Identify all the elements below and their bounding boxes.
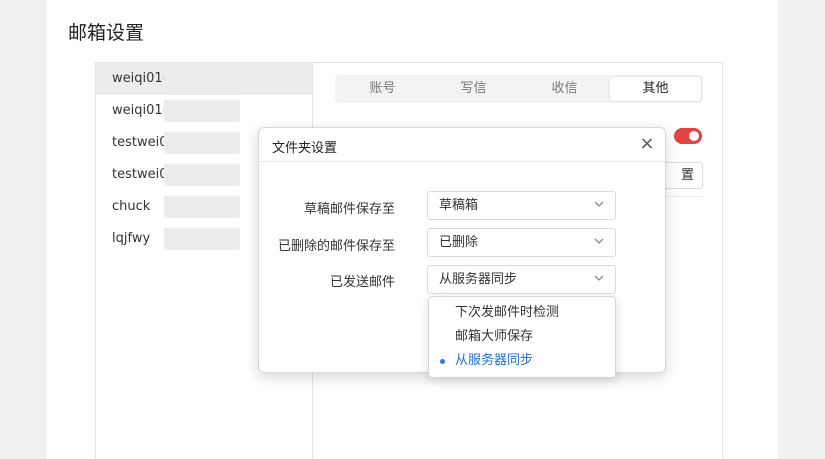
tab-receive[interactable]: 收信 [519, 77, 610, 101]
sent-options-dropdown: 下次发邮件时检测 邮箱大师保存 从服务器同步 [428, 296, 616, 378]
dialog-title: 文件夹设置 [272, 141, 338, 156]
deleted-select[interactable]: 已删除 [427, 228, 616, 257]
redaction-blur [164, 100, 240, 122]
account-item[interactable]: weiqi01( [96, 95, 312, 127]
dropdown-option-selected[interactable]: 从服务器同步 [429, 349, 615, 373]
redaction-blur [164, 132, 240, 154]
chevron-down-icon [594, 275, 604, 281]
sent-value: 从服务器同步 [439, 272, 518, 287]
redaction-blur [164, 68, 240, 90]
sent-label: 已发送邮件 [329, 275, 395, 290]
toggle-switch[interactable] [674, 128, 702, 144]
drafts-value: 草稿箱 [439, 198, 479, 213]
close-icon[interactable]: × [638, 135, 656, 153]
account-name: chuck [112, 199, 151, 214]
redaction-blur [164, 228, 240, 250]
tab-other[interactable]: 其他 [610, 77, 701, 101]
drafts-select[interactable]: 草稿箱 [427, 191, 616, 220]
selected-dot-icon [440, 359, 445, 364]
sent-select[interactable]: 从服务器同步 [427, 265, 616, 294]
dropdown-option-label: 从服务器同步 [455, 353, 534, 368]
page-title: 邮箱设置 [68, 22, 145, 44]
tab-account[interactable]: 账号 [337, 77, 428, 101]
account-name: weiqi01( [112, 103, 168, 118]
chevron-down-icon [594, 238, 604, 244]
deleted-value: 已删除 [439, 235, 479, 250]
account-item[interactable]: weiqi01( [96, 63, 312, 95]
redaction-blur [164, 196, 240, 218]
tab-compose[interactable]: 写信 [428, 77, 519, 101]
drafts-label: 草稿邮件保存至 [303, 202, 395, 217]
deleted-label: 已删除的邮件保存至 [277, 239, 395, 254]
dropdown-option[interactable]: 下次发邮件时检测 [429, 301, 615, 325]
dialog-header: 文件夹设置 × [259, 128, 665, 162]
settings-tabs: 账号 写信 收信 其他 [335, 75, 703, 103]
chevron-down-icon [594, 201, 604, 207]
redaction-blur [164, 164, 240, 186]
account-name: lqjfwy [112, 231, 151, 246]
dropdown-option[interactable]: 邮箱大师保存 [429, 325, 615, 349]
account-name: weiqi01( [112, 71, 168, 86]
